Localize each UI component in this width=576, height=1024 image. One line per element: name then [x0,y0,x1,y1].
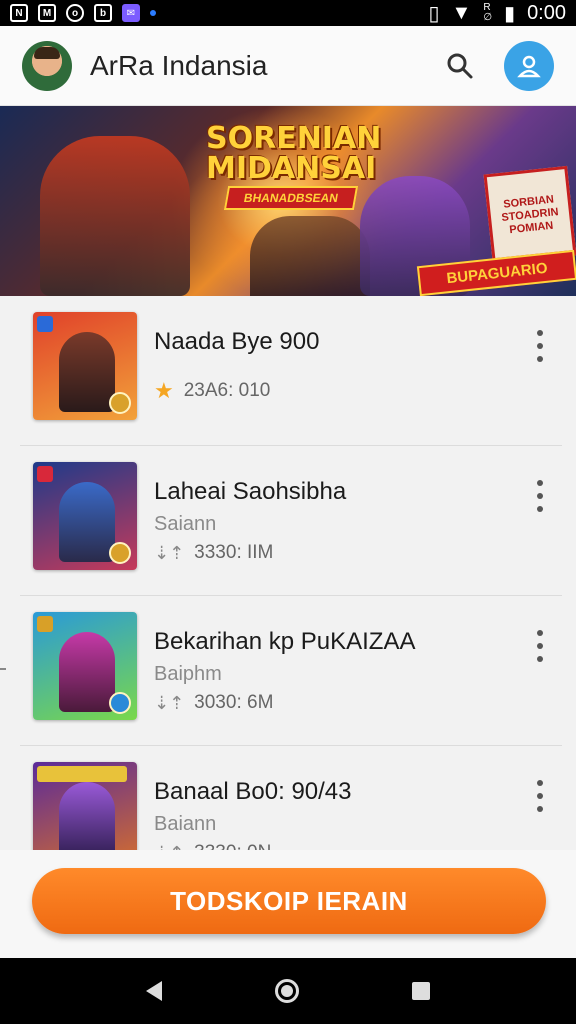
home-icon[interactable] [274,979,299,1003]
system-nav-bar [0,958,576,1024]
sync-icon: o [66,4,84,22]
photo-icon: M [38,4,56,22]
status-bar: N M o b ✉ ▯ ▼ R ∅ ▮ 0:00 [0,0,576,26]
game-thumbnail [33,762,137,850]
user-icon [517,55,541,77]
badge-icon [37,616,53,632]
banner-title: SORENIAN MIDANSAI [206,121,382,186]
banner-promo-box: SORBIAN STOADRIN POMIAN [483,165,576,265]
game-list: Naada Bye 900 ★ 23A6: 010 Laheai Saohsib… [0,296,576,850]
app-icon: b [94,4,112,22]
banner-hero-mid [250,216,370,296]
more-options-button[interactable] [532,630,548,662]
primary-action-button[interactable]: TODSKOIP IERAIN [32,868,546,934]
back-icon[interactable] [146,981,163,1001]
vibrate-icon: ▯ [428,2,440,25]
list-item[interactable]: Banaal Bo0: 90/43 Baiann ⇣⇡ 3330: 0N [20,746,562,850]
banner-tag: BHANADBSEAN [223,186,359,210]
search-icon [447,53,473,78]
download-icon: ⇣⇡ [154,692,185,713]
item-title: Laheai Saohsibha [154,478,347,505]
character-figure [59,782,115,850]
badge-icon [37,316,53,332]
list-item[interactable]: Naada Bye 900 ★ 23A6: 010 [20,296,562,446]
more-options-button[interactable] [532,330,548,362]
item-meta: ⇣⇡ 3030: 6M [154,692,274,713]
badge-icon [37,466,53,482]
recent-apps-icon[interactable] [411,982,430,1000]
item-title: Bekarihan kp PuKAIZAA [154,628,416,655]
list-item[interactable]: Bekarihan kp PuKAIZAA Baiphm ⇣⇡ 3030: 6M [20,596,562,746]
download-icon: ⇣⇡ [154,542,185,563]
dot-icon [150,10,156,16]
chat-icon: ✉ [122,4,140,22]
item-subtitle: Baiann [154,813,217,835]
promo-banner[interactable]: SORENIAN MIDANSAI BHANADBSEAN SORBIAN ST… [0,106,576,296]
item-title: Naada Bye 900 [154,328,320,355]
item-meta: ⇣⇡ 3330: 0N [154,842,271,850]
item-subtitle: Saiann [154,513,217,535]
star-icon: ★ [154,378,174,403]
item-meta: ★ 23A6: 010 [154,378,271,403]
character-figure [59,632,115,712]
character-figure [59,332,115,412]
banner-hero-left [40,136,190,296]
app-title: ArRa Indansia [90,49,268,81]
status-icons-left: N M o b ✉ [10,4,156,22]
game-thumbnail [33,612,137,720]
badge-icon [37,766,127,782]
character-figure [59,482,115,562]
clock: 0:00 [527,1,566,24]
coin-icon [109,542,131,564]
item-title: Banaal Bo0: 90/43 [154,778,352,805]
item-meta: ⇣⇡ 3330: IIM [154,542,274,563]
more-options-button[interactable] [532,780,548,812]
cta-area: TODSKOIP IERAIN [0,850,576,958]
download-icon: ⇣⇡ [154,843,184,851]
game-thumbnail [33,462,137,570]
list-item[interactable]: Laheai Saohsibha Saiann ⇣⇡ 3330: IIM [20,446,562,596]
status-icons-right: ▯ ▼ R ∅ ▮ 0:00 [429,1,566,26]
avatar[interactable] [22,40,72,91]
coin-icon [109,392,131,414]
network-label: R ∅ [483,2,493,23]
battery-icon: ▮ [504,2,516,25]
item-subtitle: Baiphm [154,663,222,685]
coin-icon [109,692,131,714]
edge-marker [0,668,6,670]
game-thumbnail [33,312,137,420]
profile-button[interactable] [504,40,554,91]
wifi-icon: ▼ [451,1,472,24]
app-bar: ArRa Indansia [0,26,576,106]
notification-icon: N [10,4,28,22]
search-button[interactable] [440,46,480,86]
more-options-button[interactable] [532,480,548,512]
